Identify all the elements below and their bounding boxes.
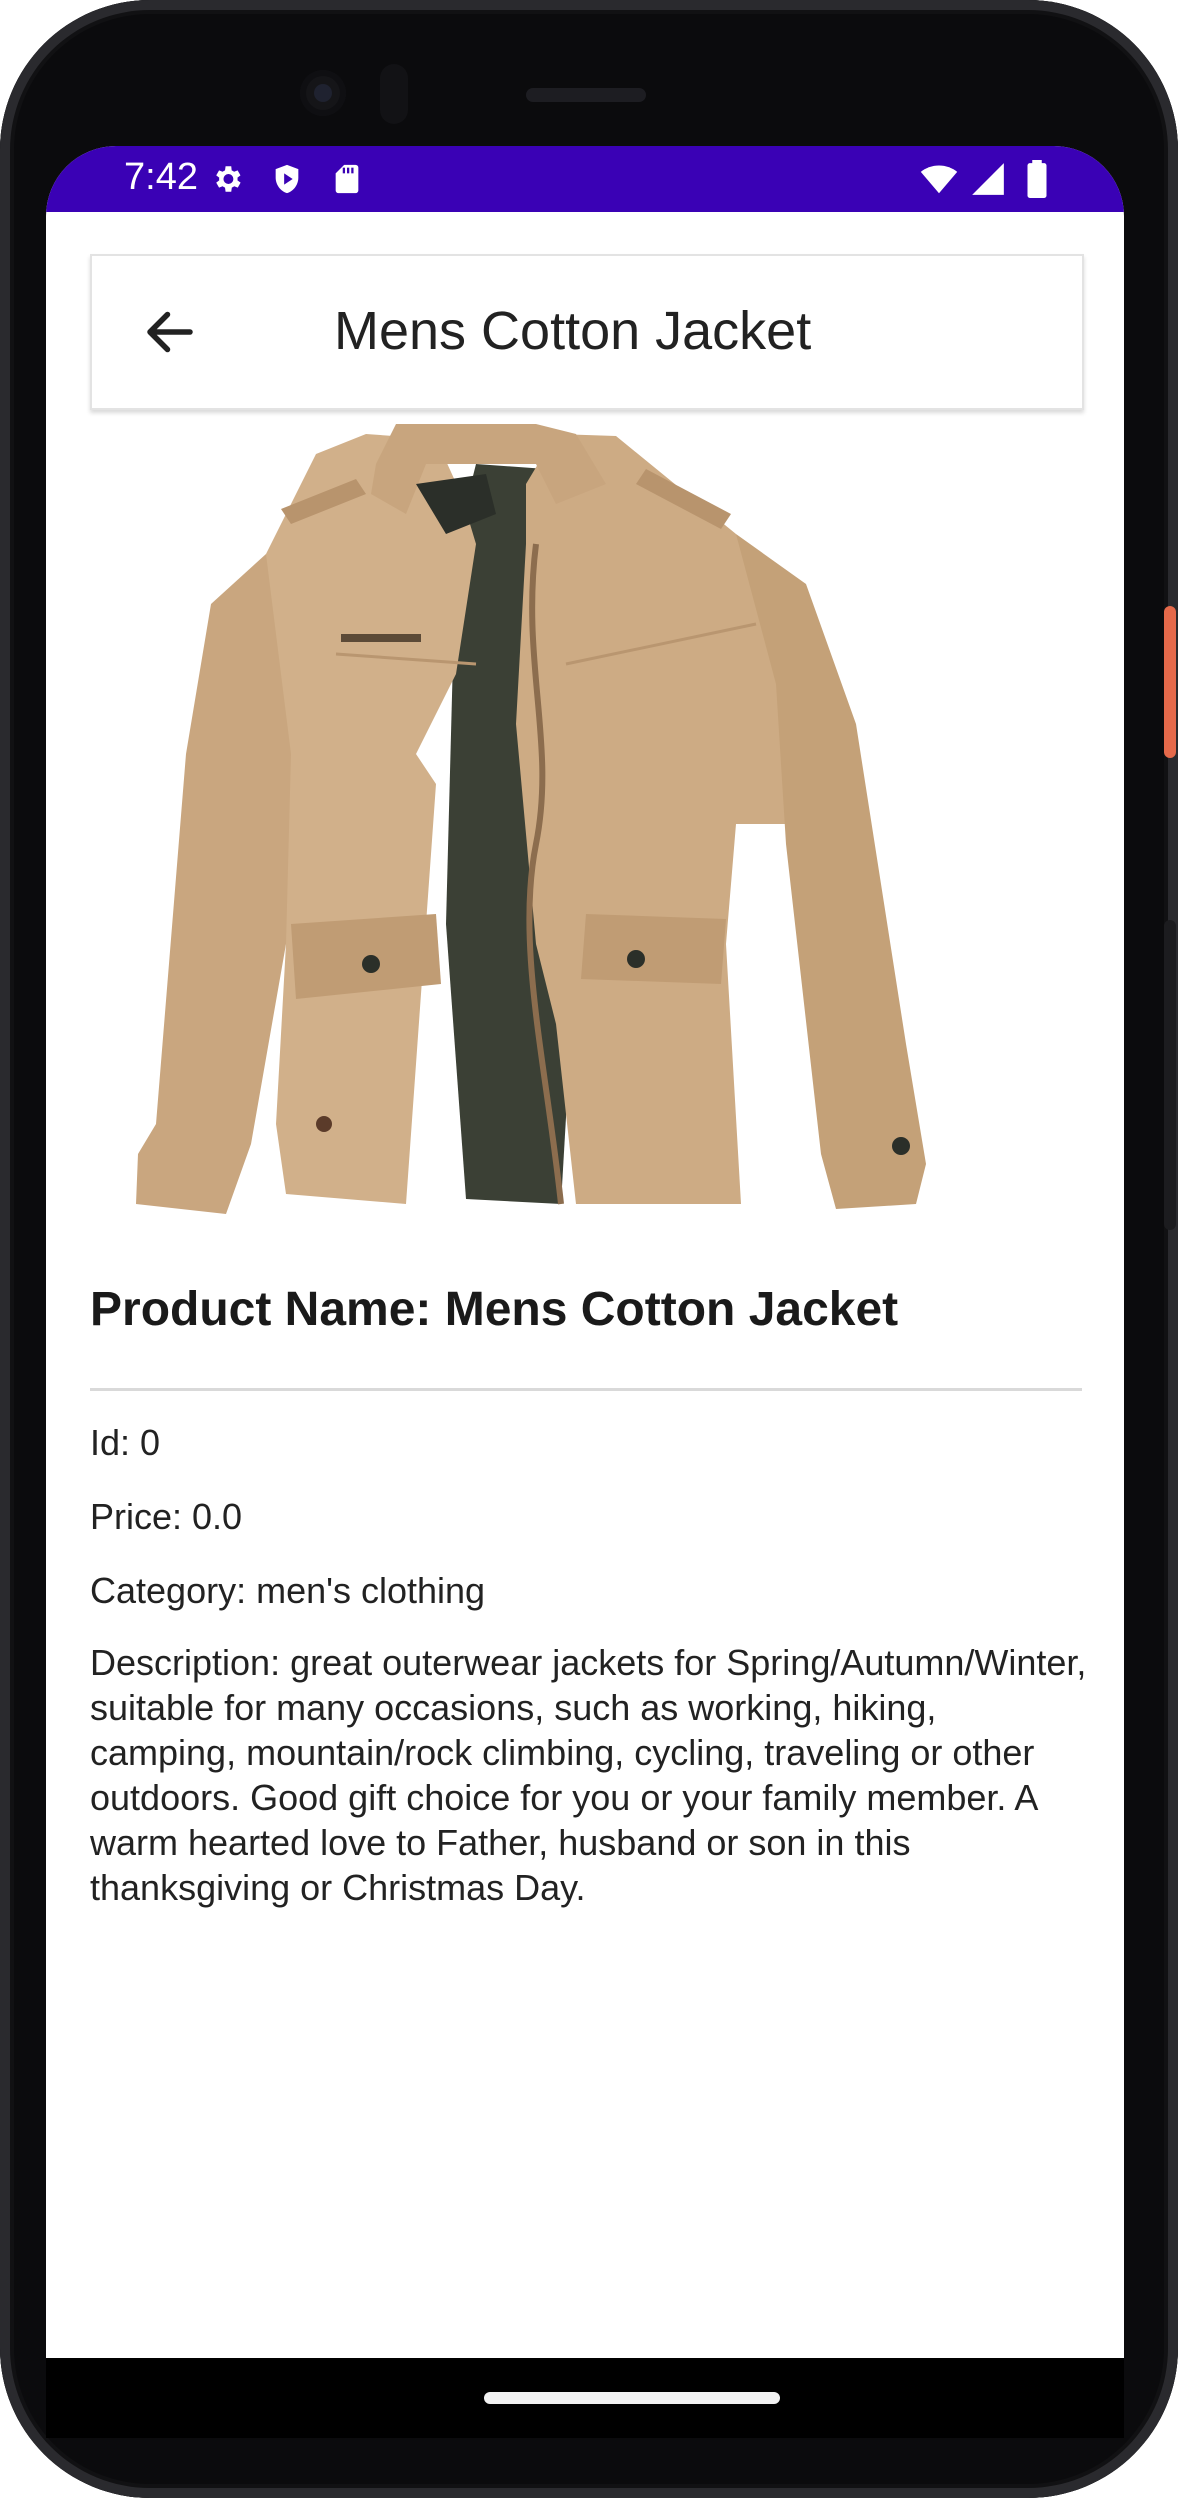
shield-play-icon [275,164,299,194]
top-app-bar: Mens Cotton Jacket [90,254,1084,410]
arrow-back-icon[interactable] [140,302,200,362]
product-price: Price: 0.0 [90,1496,243,1537]
phone-frame: 7:42 Mens Cotton Jacket Product Name: Me… [0,0,1178,2498]
status-bar: 7:42 [46,146,1124,212]
sd-card-icon [335,164,359,194]
gear-icon [216,166,241,192]
screen: 7:42 Mens Cotton Jacket Product Name: Me… [46,146,1124,2358]
home-gesture-pill[interactable] [484,2392,780,2404]
power-button [1164,606,1176,758]
status-time: 7:42 [124,156,198,198]
product-category: Category: men's clothing [90,1570,486,1611]
front-camera [300,70,346,116]
wifi-icon [920,165,958,194]
battery-icon [1027,160,1047,198]
proximity-sensor [380,64,408,124]
earpiece-speaker [526,88,646,102]
product-id: Id: 0 [90,1422,161,1463]
gesture-navigation-bar [46,2358,1124,2438]
jacket-image [136,424,926,1214]
volume-rocker [1164,920,1176,1230]
cell-signal-icon [972,163,1004,195]
product-name: Product Name: Mens Cotton Jacket [90,1283,899,1336]
divider [90,1388,1082,1391]
app-bar-title: Mens Cotton Jacket [334,301,812,361]
product-description: Description: great outerwear jackets for… [90,1642,1087,1908]
